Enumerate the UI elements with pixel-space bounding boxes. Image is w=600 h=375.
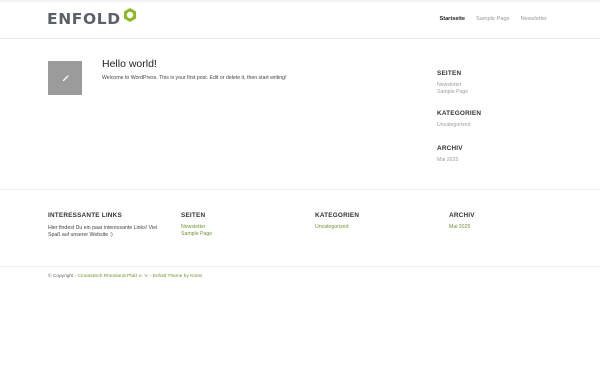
- sidebar-link-newsletter[interactable]: Newsletter: [437, 82, 468, 89]
- footer-link-sample-page[interactable]: Sample Page: [181, 231, 296, 238]
- pencil-icon: [62, 74, 69, 81]
- site-header: ENFOLD Startseite Sample Page Newsletter: [0, 2, 600, 39]
- footer-col-archiv: ARCHIV Mai 2025: [449, 212, 564, 231]
- footer-link-newsletter[interactable]: Newsletter: [181, 224, 296, 231]
- post-format-thumbnail[interactable]: [48, 61, 82, 95]
- footer-heading-seiten: SEITEN: [181, 212, 206, 219]
- sidebar-link-uncategorized[interactable]: Uncategorized: [437, 122, 481, 129]
- footer-link-mai-2025[interactable]: Mai 2025: [449, 224, 564, 231]
- footer-col-seiten: SEITEN Newsletter Sample Page: [181, 212, 296, 238]
- nav-item-newsletter[interactable]: Newsletter: [521, 15, 547, 23]
- sidebar-heading-archiv: ARCHIV: [437, 145, 463, 152]
- nav-item-startseite[interactable]: Startseite: [439, 15, 465, 23]
- main-nav: Startseite Sample Page Newsletter: [428, 15, 547, 23]
- sidebar-archiv: ARCHIV Mai 2025: [437, 145, 463, 164]
- post-excerpt: Welcome to WordPress. This is your first…: [102, 75, 287, 81]
- footer-divider: [0, 189, 600, 190]
- sidebar-seiten: SEITEN Newsletter Sample Page: [437, 70, 468, 96]
- sidebar-link-mai-2025[interactable]: Mai 2025: [437, 157, 463, 164]
- footer-col-kategorien: KATEGORIEN Uncategorized: [315, 212, 430, 231]
- footer-heading-archiv: ARCHIV: [449, 212, 475, 219]
- nav-item-sample-page[interactable]: Sample Page: [476, 15, 510, 23]
- socket-divider: [0, 266, 600, 267]
- site-logo[interactable]: ENFOLD: [47, 8, 138, 29]
- footer-heading-kategorien: KATEGORIEN: [315, 212, 360, 219]
- copyright-theme-link[interactable]: Enfold Theme by Kriesi: [153, 274, 203, 279]
- sidebar-heading-seiten: SEITEN: [437, 70, 462, 77]
- sidebar-kategorien: KATEGORIEN Uncategorized: [437, 110, 481, 129]
- copyright-site-link[interactable]: Cineastisch Rheinland-Pfalz e. V.: [78, 274, 149, 279]
- copyright-prefix: © Copyright -: [48, 274, 78, 279]
- sidebar-link-sample-page[interactable]: Sample Page: [437, 89, 468, 96]
- logo-text: ENFOLD: [47, 10, 121, 28]
- footer-col-links: INTERESSANTE LINKS Hier findest Du ein p…: [48, 212, 163, 239]
- copyright-bar: © Copyright - Cineastisch Rheinland-Pfal…: [48, 273, 202, 280]
- hexagon-logo-icon: [123, 8, 136, 22]
- sidebar-heading-kategorien: KATEGORIEN: [437, 110, 482, 117]
- footer-links-text: Hier findest Du ein paar interessante Li…: [48, 225, 158, 238]
- post-title[interactable]: Hello world!: [102, 58, 157, 71]
- footer-link-uncategorized[interactable]: Uncategorized: [315, 224, 430, 231]
- footer-heading-links: INTERESSANTE LINKS: [48, 212, 122, 219]
